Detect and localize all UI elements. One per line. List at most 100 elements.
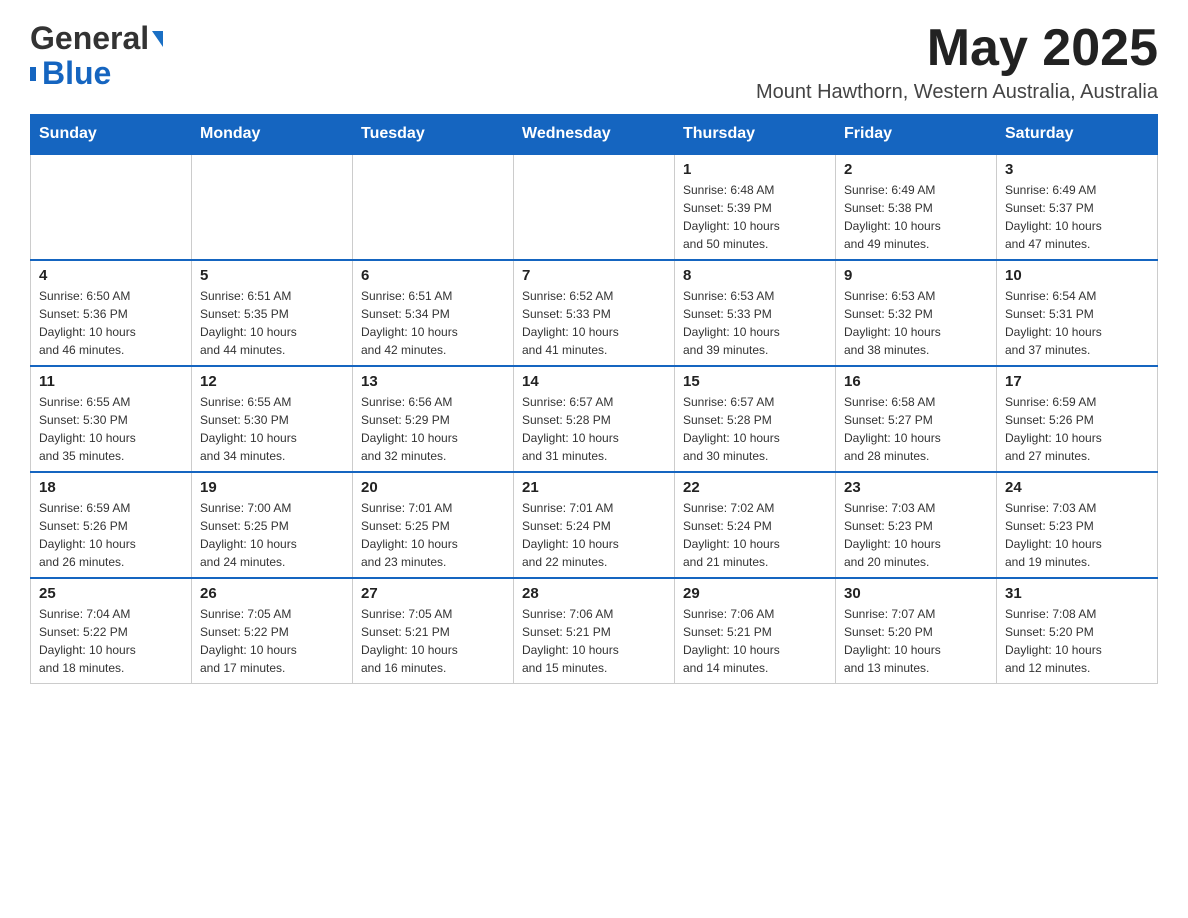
day-info: Sunrise: 7:00 AM Sunset: 5:25 PM Dayligh… — [200, 499, 344, 571]
calendar-cell — [353, 154, 514, 260]
day-info: Sunrise: 6:58 AM Sunset: 5:27 PM Dayligh… — [844, 393, 988, 465]
day-number: 1 — [683, 161, 827, 178]
day-info: Sunrise: 7:08 AM Sunset: 5:20 PM Dayligh… — [1005, 605, 1149, 677]
day-number: 20 — [361, 479, 505, 496]
day-number: 19 — [200, 479, 344, 496]
day-number: 24 — [1005, 479, 1149, 496]
calendar-cell: 21Sunrise: 7:01 AM Sunset: 5:24 PM Dayli… — [514, 472, 675, 578]
calendar-cell: 9 Sunrise: 6:53 AM Sunset: 5:32 PM Daylig… — [836, 260, 997, 366]
calendar-cell: 5 Sunrise: 6:51 AM Sunset: 5:35 PM Daylig… — [192, 260, 353, 366]
month-title: May 2025 — [756, 20, 1158, 77]
day-info: Sunrise: 6:53 AM Sunset: 5:32 PM Dayligh… — [844, 287, 988, 359]
day-info: Sunrise: 6:59 AM Sunset: 5:26 PM Dayligh… — [1005, 393, 1149, 465]
calendar-cell: 20 Sunrise: 7:01 AM Sunset: 5:25 PM Dayli… — [353, 472, 514, 578]
day-number: 4 — [39, 267, 183, 284]
day-info: Sunrise: 6:49 AM Sunset: 5:37 PM Dayligh… — [1005, 181, 1149, 253]
calendar-cell: 26Sunrise: 7:05 AM Sunset: 5:22 PM Dayli… — [192, 578, 353, 684]
day-number: 26 — [200, 585, 344, 602]
calendar-week-row: 11 Sunrise: 6:55 AM Sunset: 5:30 PM Dayli… — [31, 366, 1158, 472]
calendar-cell: 24 Sunrise: 7:03 AM Sunset: 5:23 PM Dayli… — [997, 472, 1158, 578]
day-number: 30 — [844, 585, 988, 602]
calendar-cell: 11 Sunrise: 6:55 AM Sunset: 5:30 PM Dayli… — [31, 366, 192, 472]
calendar-week-row: 18Sunrise: 6:59 AM Sunset: 5:26 PM Dayli… — [31, 472, 1158, 578]
calendar-cell: 10 Sunrise: 6:54 AM Sunset: 5:31 PM Dayli… — [997, 260, 1158, 366]
weekday-header-sunday: Sunday — [31, 115, 192, 155]
calendar-cell: 18Sunrise: 6:59 AM Sunset: 5:26 PM Dayli… — [31, 472, 192, 578]
calendar-cell: 2 Sunrise: 6:49 AM Sunset: 5:38 PM Daylig… — [836, 154, 997, 260]
day-info: Sunrise: 6:55 AM Sunset: 5:30 PM Dayligh… — [39, 393, 183, 465]
day-number: 9 — [844, 267, 988, 284]
calendar-cell: 12 Sunrise: 6:55 AM Sunset: 5:30 PM Dayli… — [192, 366, 353, 472]
day-number: 5 — [200, 267, 344, 284]
day-info: Sunrise: 6:51 AM Sunset: 5:35 PM Dayligh… — [200, 287, 344, 359]
calendar-cell: 13 Sunrise: 6:56 AM Sunset: 5:29 PM Dayli… — [353, 366, 514, 472]
calendar-cell: 25 Sunrise: 7:04 AM Sunset: 5:22 PM Dayli… — [31, 578, 192, 684]
calendar-cell: 14Sunrise: 6:57 AM Sunset: 5:28 PM Dayli… — [514, 366, 675, 472]
day-number: 31 — [1005, 585, 1149, 602]
title-block: May 2025 Mount Hawthorn, Western Austral… — [756, 20, 1158, 104]
calendar-cell: 15 Sunrise: 6:57 AM Sunset: 5:28 PM Dayli… — [675, 366, 836, 472]
day-number: 23 — [844, 479, 988, 496]
day-number: 13 — [361, 373, 505, 390]
day-info: Sunrise: 6:57 AM Sunset: 5:28 PM Dayligh… — [683, 393, 827, 465]
calendar-cell: 29Sunrise: 7:06 AM Sunset: 5:21 PM Dayli… — [675, 578, 836, 684]
day-number: 8 — [683, 267, 827, 284]
day-info: Sunrise: 7:01 AM Sunset: 5:25 PM Dayligh… — [361, 499, 505, 571]
calendar-cell: 16 Sunrise: 6:58 AM Sunset: 5:27 PM Dayli… — [836, 366, 997, 472]
calendar-cell — [31, 154, 192, 260]
day-info: Sunrise: 7:07 AM Sunset: 5:20 PM Dayligh… — [844, 605, 988, 677]
calendar-cell — [192, 154, 353, 260]
calendar-week-row: 1 Sunrise: 6:48 AM Sunset: 5:39 PM Daylig… — [31, 154, 1158, 260]
day-info: Sunrise: 6:48 AM Sunset: 5:39 PM Dayligh… — [683, 181, 827, 253]
calendar-cell: 7 Sunrise: 6:52 AM Sunset: 5:33 PM Daylig… — [514, 260, 675, 366]
logo-general: General — [30, 20, 149, 57]
calendar-cell — [514, 154, 675, 260]
day-info: Sunrise: 7:06 AM Sunset: 5:21 PM Dayligh… — [522, 605, 666, 677]
day-number: 25 — [39, 585, 183, 602]
logo-triangle-icon — [152, 31, 163, 47]
calendar-cell: 27 Sunrise: 7:05 AM Sunset: 5:21 PM Dayli… — [353, 578, 514, 684]
calendar-table: SundayMondayTuesdayWednesdayThursdayFrid… — [30, 114, 1158, 684]
day-number: 12 — [200, 373, 344, 390]
logo: General Blue — [30, 20, 163, 92]
day-number: 10 — [1005, 267, 1149, 284]
day-number: 2 — [844, 161, 988, 178]
day-number: 27 — [361, 585, 505, 602]
calendar-cell: 30 Sunrise: 7:07 AM Sunset: 5:20 PM Dayli… — [836, 578, 997, 684]
weekday-header-wednesday: Wednesday — [514, 115, 675, 155]
day-info: Sunrise: 7:05 AM Sunset: 5:21 PM Dayligh… — [361, 605, 505, 677]
page-header: General Blue May 2025 Mount Hawthorn, We… — [30, 20, 1158, 104]
calendar-cell: 22Sunrise: 7:02 AM Sunset: 5:24 PM Dayli… — [675, 472, 836, 578]
calendar-cell: 23Sunrise: 7:03 AM Sunset: 5:23 PM Dayli… — [836, 472, 997, 578]
calendar-cell: 28Sunrise: 7:06 AM Sunset: 5:21 PM Dayli… — [514, 578, 675, 684]
day-info: Sunrise: 7:06 AM Sunset: 5:21 PM Dayligh… — [683, 605, 827, 677]
logo-blue: Blue — [42, 55, 111, 92]
calendar-cell: 19 Sunrise: 7:00 AM Sunset: 5:25 PM Dayli… — [192, 472, 353, 578]
calendar-cell: 1 Sunrise: 6:48 AM Sunset: 5:39 PM Daylig… — [675, 154, 836, 260]
calendar-cell: 31 Sunrise: 7:08 AM Sunset: 5:20 PM Dayli… — [997, 578, 1158, 684]
day-info: Sunrise: 6:55 AM Sunset: 5:30 PM Dayligh… — [200, 393, 344, 465]
day-number: 11 — [39, 373, 183, 390]
day-info: Sunrise: 7:01 AM Sunset: 5:24 PM Dayligh… — [522, 499, 666, 571]
calendar-week-row: 4Sunrise: 6:50 AM Sunset: 5:36 PM Daylig… — [31, 260, 1158, 366]
day-number: 16 — [844, 373, 988, 390]
weekday-header-thursday: Thursday — [675, 115, 836, 155]
day-info: Sunrise: 7:04 AM Sunset: 5:22 PM Dayligh… — [39, 605, 183, 677]
day-info: Sunrise: 6:49 AM Sunset: 5:38 PM Dayligh… — [844, 181, 988, 253]
weekday-header-row: SundayMondayTuesdayWednesdayThursdayFrid… — [31, 115, 1158, 155]
day-info: Sunrise: 6:54 AM Sunset: 5:31 PM Dayligh… — [1005, 287, 1149, 359]
day-info: Sunrise: 7:03 AM Sunset: 5:23 PM Dayligh… — [1005, 499, 1149, 571]
day-info: Sunrise: 6:52 AM Sunset: 5:33 PM Dayligh… — [522, 287, 666, 359]
day-info: Sunrise: 6:51 AM Sunset: 5:34 PM Dayligh… — [361, 287, 505, 359]
day-number: 3 — [1005, 161, 1149, 178]
day-number: 7 — [522, 267, 666, 284]
calendar-cell: 6Sunrise: 6:51 AM Sunset: 5:34 PM Daylig… — [353, 260, 514, 366]
calendar-cell: 8 Sunrise: 6:53 AM Sunset: 5:33 PM Daylig… — [675, 260, 836, 366]
day-info: Sunrise: 6:56 AM Sunset: 5:29 PM Dayligh… — [361, 393, 505, 465]
calendar-cell: 17Sunrise: 6:59 AM Sunset: 5:26 PM Dayli… — [997, 366, 1158, 472]
day-info: Sunrise: 6:57 AM Sunset: 5:28 PM Dayligh… — [522, 393, 666, 465]
day-info: Sunrise: 6:53 AM Sunset: 5:33 PM Dayligh… — [683, 287, 827, 359]
location-title: Mount Hawthorn, Western Australia, Austr… — [756, 81, 1158, 104]
calendar-cell: 4Sunrise: 6:50 AM Sunset: 5:36 PM Daylig… — [31, 260, 192, 366]
day-number: 15 — [683, 373, 827, 390]
